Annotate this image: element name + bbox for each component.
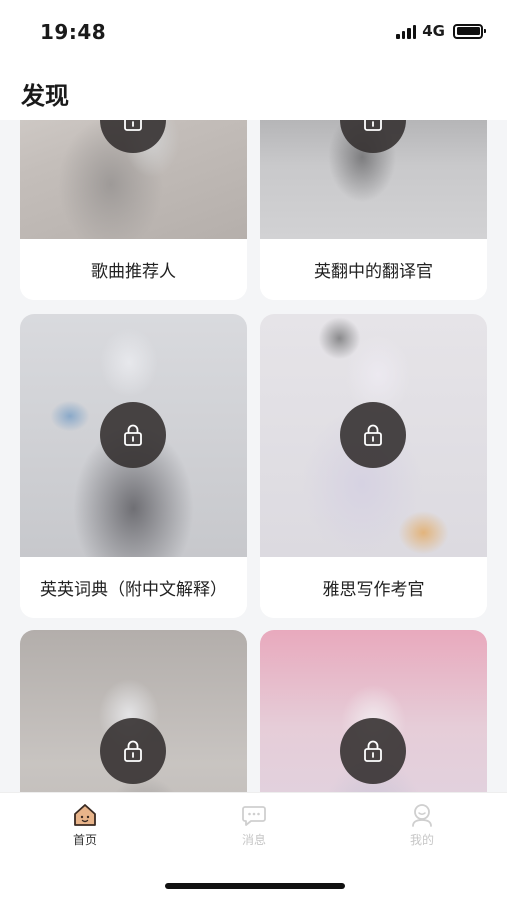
discover-card[interactable]: 英翻中的翻译官 bbox=[260, 120, 487, 300]
signal-icon bbox=[396, 23, 417, 39]
lock-icon bbox=[100, 718, 166, 784]
lock-icon bbox=[100, 402, 166, 468]
discover-card[interactable] bbox=[260, 630, 487, 792]
card-title: 英翻中的翻译官 bbox=[260, 239, 487, 300]
lock-icon bbox=[340, 402, 406, 468]
page-header: 发现 bbox=[0, 62, 507, 120]
profile-icon bbox=[412, 804, 432, 827]
home-icon bbox=[74, 804, 96, 826]
discover-grid[interactable]: 歌曲推荐人 英翻中的翻译官 英英词典（附中文解释） 雅思写作考官 bbox=[0, 120, 507, 792]
page-title: 发现 bbox=[21, 82, 69, 110]
tab-home-label: 首页 bbox=[72, 833, 97, 847]
discover-card[interactable]: 歌曲推荐人 bbox=[20, 120, 247, 300]
discover-card[interactable]: 雅思写作考官 bbox=[260, 314, 487, 618]
tab-messages-label: 消息 bbox=[241, 833, 266, 847]
network-type: 4G bbox=[422, 22, 445, 40]
status-indicators: 4G bbox=[396, 22, 486, 40]
card-title: 英英词典（附中文解释） bbox=[20, 557, 247, 618]
tab-profile[interactable]: 我的 bbox=[382, 801, 462, 848]
card-title: 雅思写作考官 bbox=[260, 557, 487, 618]
tab-home[interactable]: 首页 bbox=[45, 801, 125, 848]
card-title: 歌曲推荐人 bbox=[20, 239, 247, 300]
home-indicator[interactable] bbox=[165, 883, 345, 889]
message-icon bbox=[242, 806, 266, 826]
discover-card[interactable]: 英英词典（附中文解释） bbox=[20, 314, 247, 618]
tab-profile-label: 我的 bbox=[409, 833, 434, 847]
discover-card[interactable] bbox=[20, 630, 247, 792]
status-bar: 19:48 4G bbox=[0, 0, 507, 62]
lock-icon bbox=[340, 718, 406, 784]
tab-messages[interactable]: 消息 bbox=[214, 801, 294, 848]
battery-icon bbox=[453, 23, 486, 39]
status-time: 19:48 bbox=[40, 20, 107, 44]
